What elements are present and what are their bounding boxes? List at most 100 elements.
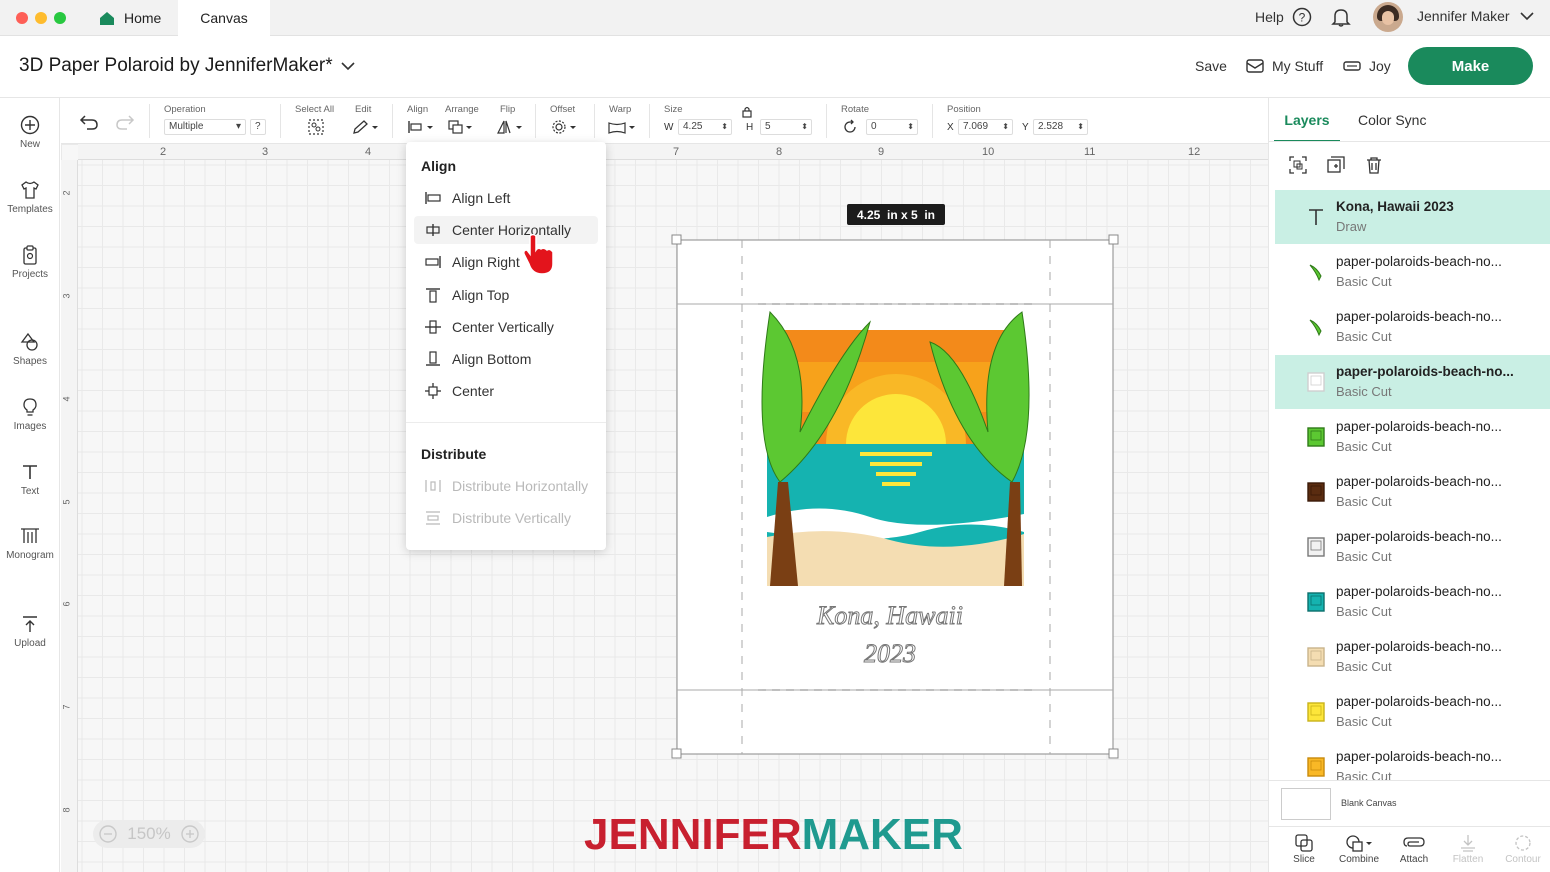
sidebar-item-images[interactable]: Images	[0, 397, 60, 432]
stepper-icon[interactable]: ⬍	[801, 120, 808, 134]
align-bottom-item[interactable]: Align Bottom	[414, 345, 598, 373]
layer-row[interactable]: paper-polaroids-beach-no... Basic Cut	[1275, 575, 1550, 629]
rotate-label: Rotate	[841, 104, 869, 115]
layer-row[interactable]: paper-polaroids-beach-no... Basic Cut	[1275, 740, 1550, 794]
flip-icon[interactable]	[496, 119, 524, 135]
height-input[interactable]: 5 ⬍	[760, 119, 812, 135]
slice-button[interactable]: Slice	[1276, 834, 1332, 865]
width-input[interactable]: 4.25 ⬍	[678, 119, 732, 135]
select-all-icon[interactable]	[307, 119, 325, 135]
redo-icon[interactable]	[115, 114, 135, 130]
layer-name: paper-polaroids-beach-no...	[1336, 364, 1514, 379]
layer-type: Basic Cut	[1336, 384, 1392, 399]
align-left-icon	[425, 192, 441, 204]
sidebar-item-shapes[interactable]: Shapes	[0, 332, 60, 367]
help-button[interactable]: Help ?	[1255, 7, 1312, 27]
ruler-tick: 3	[262, 146, 269, 158]
attach-button[interactable]: Attach	[1386, 834, 1442, 865]
select-all-label: Select All	[295, 104, 335, 115]
layer-type: Basic Cut	[1336, 604, 1392, 619]
layer-row[interactable]: paper-polaroids-beach-no... Basic Cut	[1275, 630, 1550, 684]
layer-row[interactable]: paper-polaroids-beach-no... Basic Cut	[1275, 355, 1550, 409]
layer-name: paper-polaroids-beach-no...	[1336, 639, 1502, 654]
center-horizontally-item[interactable]: Center Horizontally	[414, 216, 598, 244]
blank-canvas-swatch[interactable]	[1281, 788, 1331, 820]
align-right-item[interactable]: Align Right	[414, 248, 598, 276]
layer-row[interactable]: paper-polaroids-beach-no... Basic Cut	[1275, 410, 1550, 464]
flatten-button[interactable]: Flatten	[1440, 834, 1496, 865]
design-text-line1: Kona, Hawaii	[816, 601, 963, 630]
layer-type: Basic Cut	[1336, 274, 1392, 289]
stepper-icon[interactable]: ⬍	[907, 120, 914, 134]
user-menu[interactable]: Jennifer Maker	[1417, 8, 1534, 24]
layer-row[interactable]: paper-polaroids-beach-no... Basic Cut	[1275, 685, 1550, 739]
height-value: 5	[765, 121, 771, 132]
group-icon[interactable]	[1289, 156, 1307, 174]
align-right-icon	[425, 256, 441, 268]
combine-button[interactable]: Combine	[1331, 834, 1387, 865]
layer-row[interactable]: Kona, Hawaii 2023 Draw	[1275, 190, 1550, 244]
maximize-window-icon[interactable]	[54, 12, 66, 24]
sidebar-item-projects[interactable]: Projects	[0, 245, 60, 280]
distribute-vertically-item[interactable]: Distribute Vertically	[414, 504, 598, 532]
operation-select[interactable]: Multiple ▾	[164, 119, 246, 135]
help-label: Help	[1255, 9, 1284, 25]
slice-label: Slice	[1293, 854, 1315, 865]
project-title[interactable]: 3D Paper Polaroid by JenniferMaker*	[19, 55, 355, 77]
save-button[interactable]: Save	[1195, 58, 1227, 74]
layer-row[interactable]: paper-polaroids-beach-no... Basic Cut	[1275, 245, 1550, 299]
stepper-icon[interactable]: ⬍	[721, 120, 728, 134]
sidebar-item-text[interactable]: Text	[0, 462, 60, 497]
align-icon[interactable]	[407, 119, 435, 135]
make-button[interactable]: Make	[1408, 47, 1533, 85]
layer-row[interactable]: paper-polaroids-beach-no... Basic Cut	[1275, 300, 1550, 354]
minimize-window-icon[interactable]	[35, 12, 47, 24]
zoom-in-icon[interactable]	[181, 825, 199, 843]
undo-icon[interactable]	[79, 114, 99, 130]
align-left-item[interactable]: Align Left	[414, 184, 598, 212]
tab-color-sync[interactable]: Color Sync	[1358, 112, 1426, 128]
trash-icon[interactable]	[1365, 156, 1383, 174]
align-top-item[interactable]: Align Top	[414, 281, 598, 309]
align-bottom-icon	[426, 351, 440, 366]
sidebar-item-label: Templates	[7, 204, 53, 215]
contour-button[interactable]: Contour	[1495, 834, 1550, 865]
close-window-icon[interactable]	[16, 12, 28, 24]
layer-row[interactable]: paper-polaroids-beach-no... Basic Cut	[1275, 465, 1550, 519]
layer-name: paper-polaroids-beach-no...	[1336, 254, 1502, 269]
warp-icon[interactable]	[607, 119, 637, 135]
x-position-input[interactable]: 7.069 ⬍	[958, 119, 1013, 135]
y-position-input[interactable]: 2.528 ⬍	[1033, 119, 1088, 135]
stepper-icon[interactable]: ⬍	[1077, 120, 1084, 134]
menu-item-label: Align Bottom	[452, 351, 532, 367]
tab-layers[interactable]: Layers	[1274, 112, 1340, 142]
my-stuff-button[interactable]: My Stuff	[1246, 58, 1323, 74]
tab-home[interactable]: Home	[86, 0, 178, 36]
polaroid-design[interactable]: Kona, Hawaii 2023	[670, 232, 1122, 762]
duplicate-icon[interactable]	[1327, 156, 1345, 174]
sidebar-item-upload[interactable]: Upload	[0, 614, 60, 649]
avatar[interactable]	[1373, 2, 1403, 32]
sidebar-item-new[interactable]: New	[0, 115, 60, 150]
sidebar-item-monogram[interactable]: Monogram	[0, 526, 60, 561]
center-vertically-item[interactable]: Center Vertically	[414, 313, 598, 341]
bell-icon[interactable]	[1331, 6, 1351, 28]
rotate-input[interactable]: 0 ⬍	[866, 119, 918, 135]
arrange-icon[interactable]	[447, 119, 475, 135]
distribute-horizontally-item[interactable]: Distribute Horizontally	[414, 472, 598, 500]
layer-row[interactable]: paper-polaroids-beach-no... Basic Cut	[1275, 520, 1550, 574]
offset-icon[interactable]	[550, 119, 578, 135]
frame-white-icon	[1307, 372, 1325, 392]
operation-help-button[interactable]: ?	[250, 119, 266, 135]
edit-pencil-icon[interactable]	[351, 119, 379, 135]
lock-icon[interactable]	[742, 106, 752, 118]
frame-brown-icon	[1307, 482, 1325, 502]
zoom-out-icon[interactable]	[99, 825, 117, 843]
sidebar-item-templates[interactable]: Templates	[0, 180, 60, 215]
ruler-tick: 7	[61, 704, 72, 710]
machine-button[interactable]: Joy	[1343, 58, 1391, 74]
tab-canvas[interactable]: Canvas	[178, 0, 270, 36]
y-value: 2.528	[1038, 121, 1064, 132]
center-item[interactable]: Center	[414, 377, 598, 405]
stepper-icon[interactable]: ⬍	[1002, 120, 1009, 134]
